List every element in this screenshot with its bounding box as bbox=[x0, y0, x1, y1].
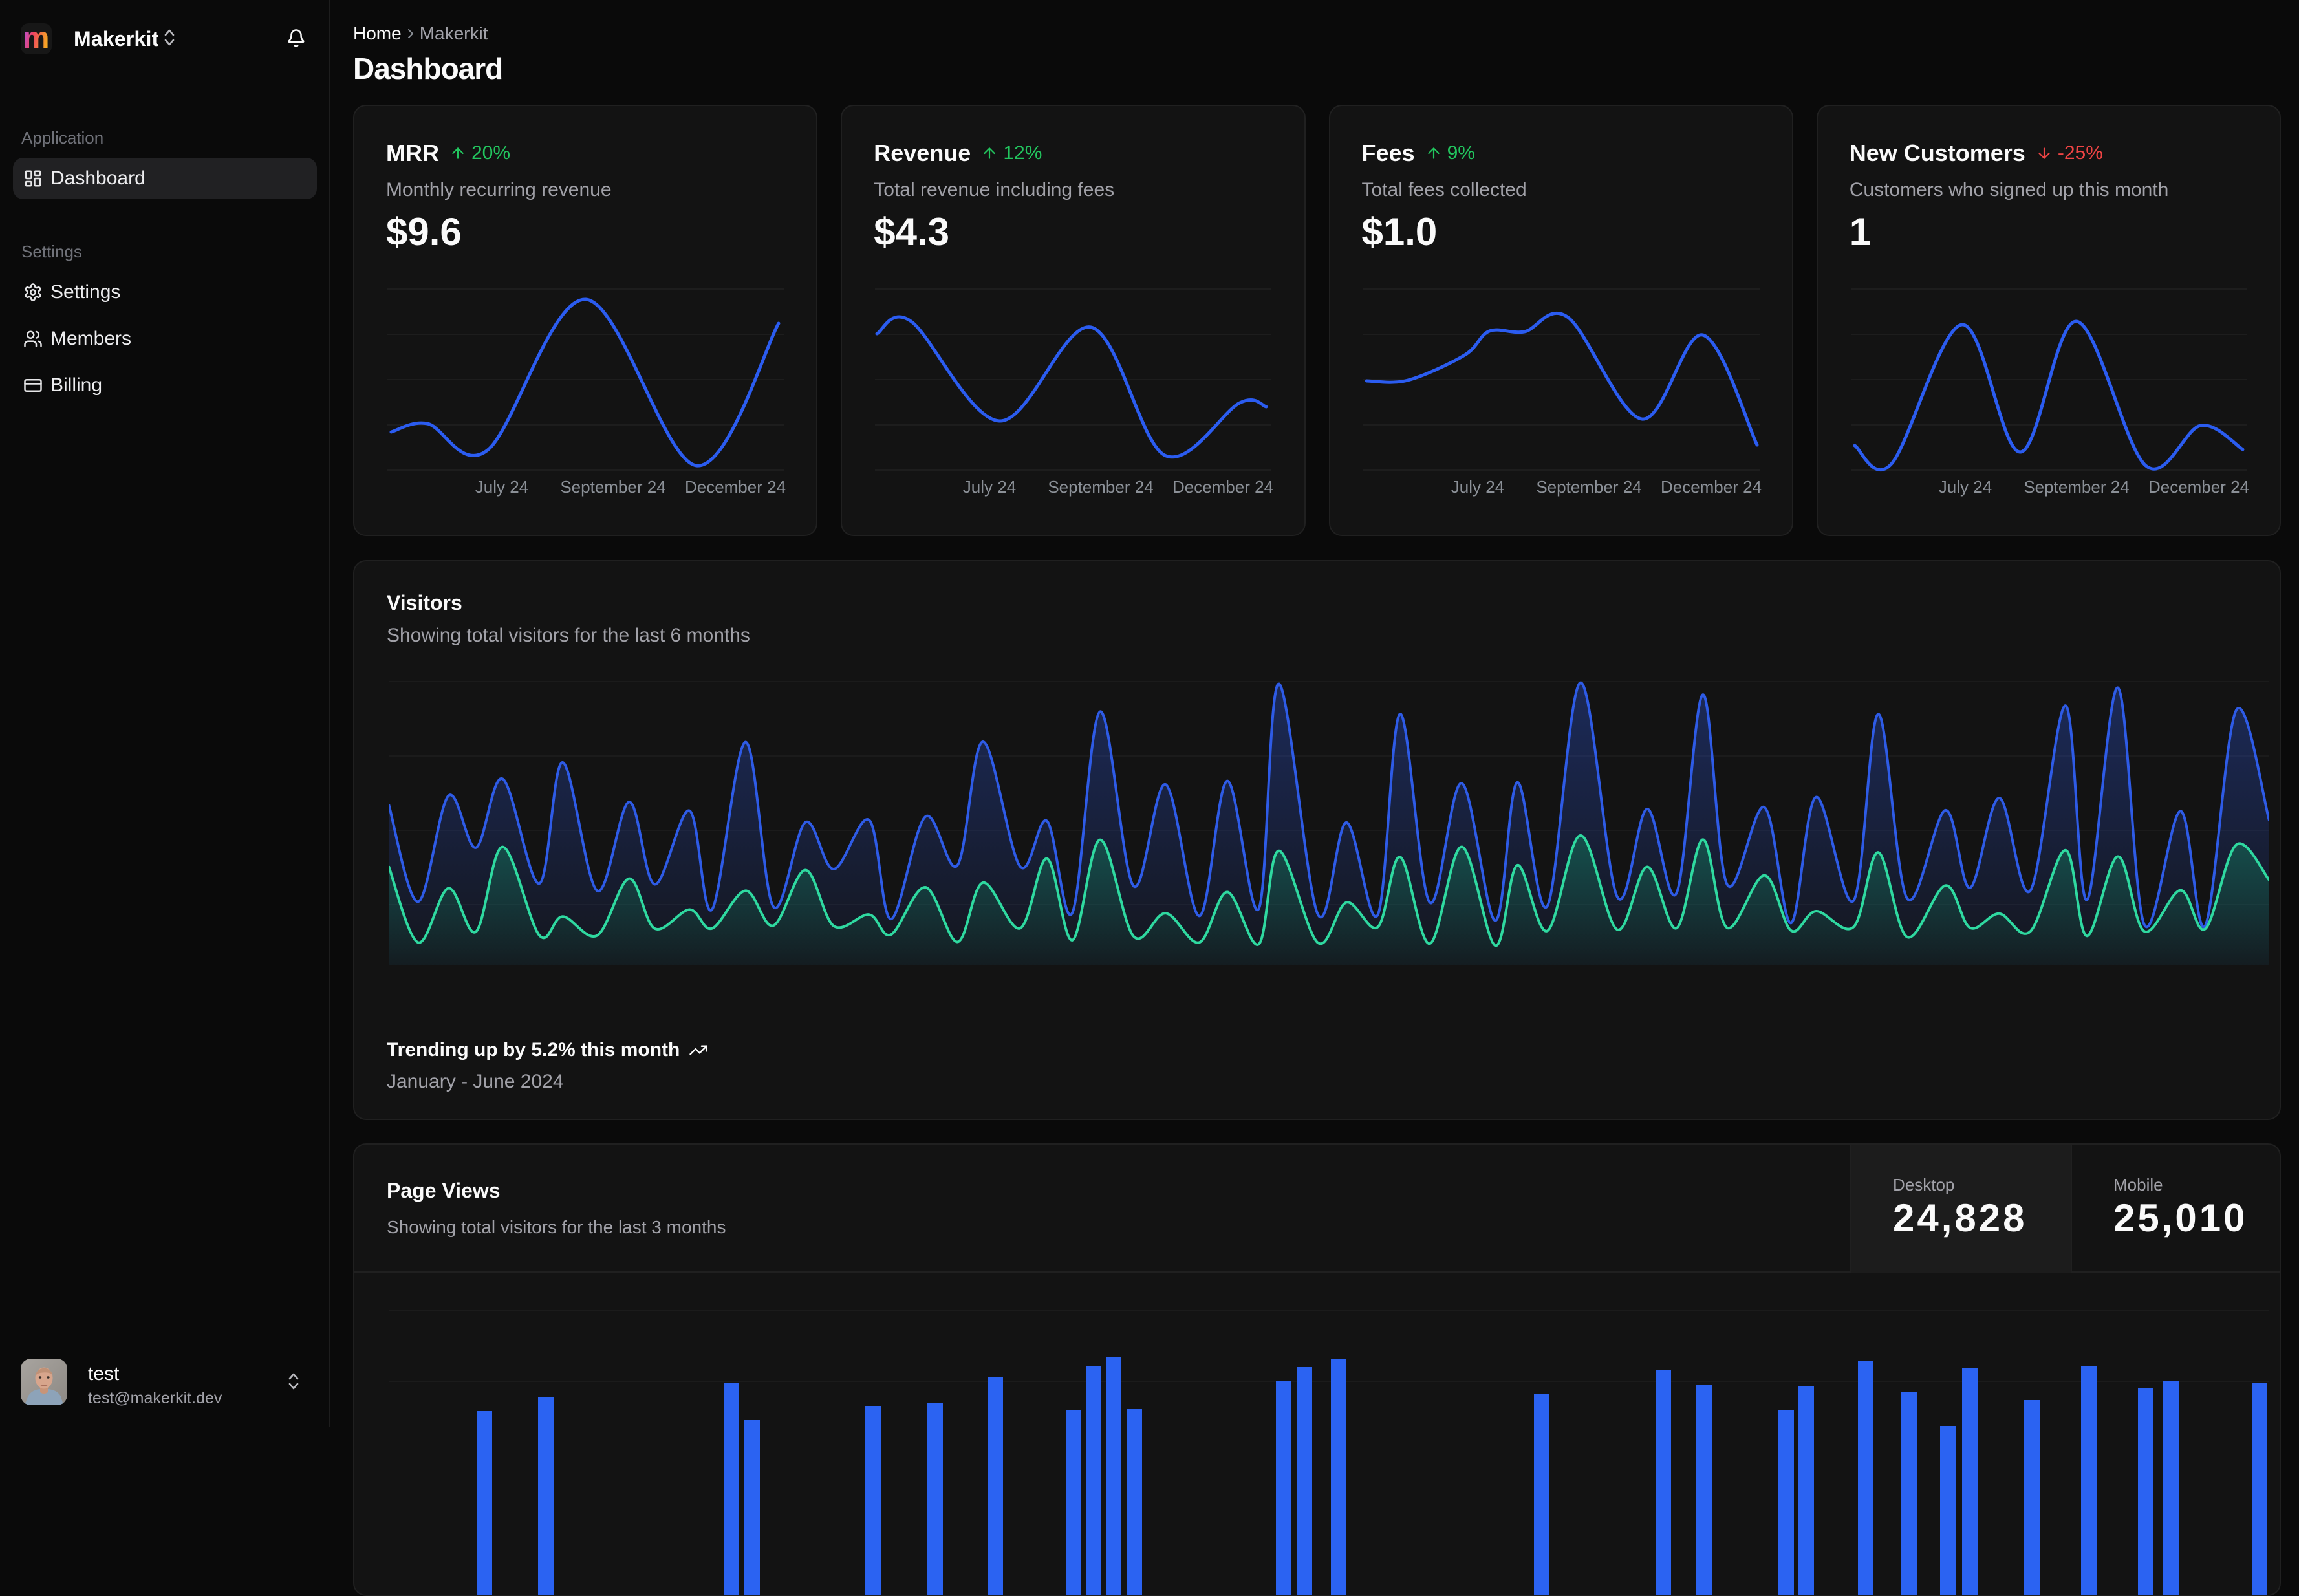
svg-text:December 24: December 24 bbox=[1660, 477, 1761, 497]
svg-text:July 24: July 24 bbox=[1451, 477, 1504, 497]
svg-text:July 24: July 24 bbox=[963, 477, 1016, 497]
svg-text:September 24: September 24 bbox=[1536, 477, 1641, 497]
svg-text:December 24: December 24 bbox=[685, 477, 786, 497]
svg-text:December 24: December 24 bbox=[2148, 477, 2249, 497]
svg-text:September 24: September 24 bbox=[1048, 477, 1154, 497]
svg-text:July 24: July 24 bbox=[475, 477, 528, 497]
svg-text:December 24: December 24 bbox=[1172, 477, 1273, 497]
svg-text:July 24: July 24 bbox=[1939, 477, 1992, 497]
svg-text:September 24: September 24 bbox=[560, 477, 665, 497]
svg-text:m: m bbox=[23, 23, 50, 54]
svg-text:September 24: September 24 bbox=[2024, 477, 2129, 497]
